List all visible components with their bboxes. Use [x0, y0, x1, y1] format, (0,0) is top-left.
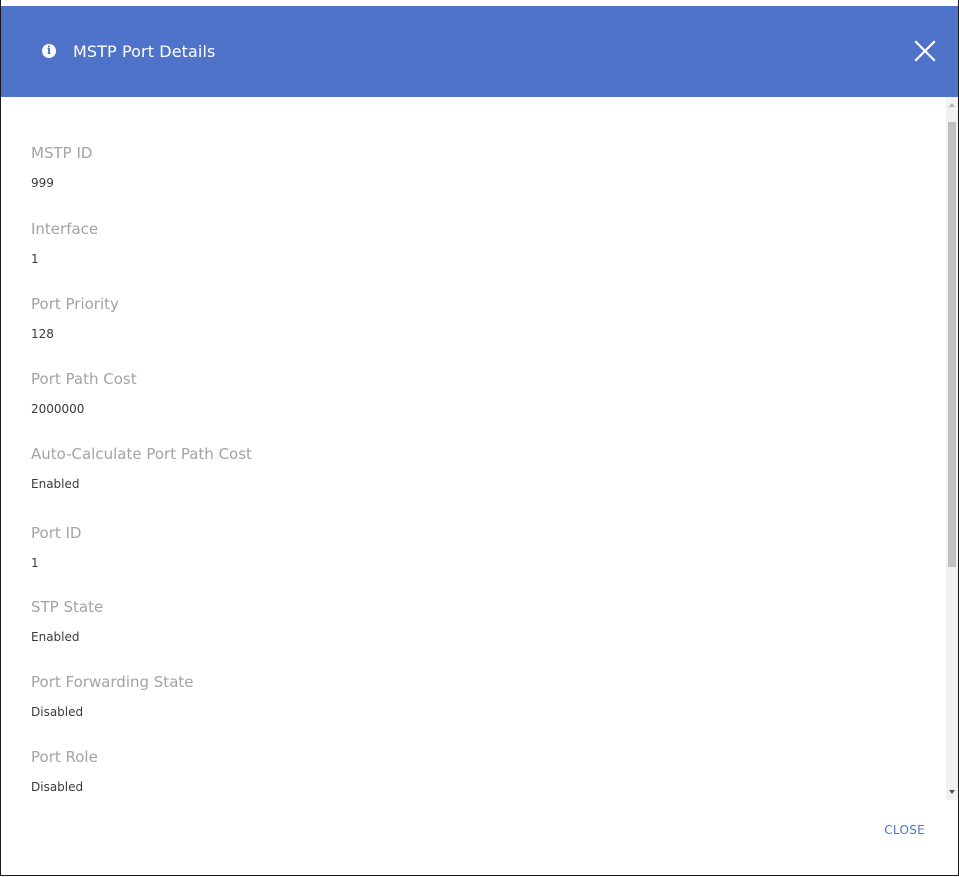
field-port-forwarding-state: Port Forwarding State Disabled — [31, 672, 194, 720]
mstp-port-details-dialog: i MSTP Port Details MSTP ID 999 Interfac… — [0, 0, 959, 876]
close-icon[interactable] — [912, 38, 938, 64]
field-label: MSTP ID — [31, 144, 93, 162]
field-port-path-cost: Port Path Cost 2000000 — [31, 369, 137, 417]
field-value: Disabled — [31, 780, 84, 794]
field-port-role: Port Role Disabled — [31, 747, 98, 795]
field-value: 1 — [31, 556, 39, 570]
info-icon: i — [42, 44, 56, 58]
field-label: Port Priority — [31, 295, 119, 313]
field-label: Port Forwarding State — [31, 673, 194, 691]
field-label: STP State — [31, 598, 104, 616]
dialog-header: i MSTP Port Details — [1, 6, 958, 97]
field-label: Port Path Cost — [31, 370, 137, 388]
field-stp-state: STP State Enabled — [31, 597, 103, 645]
field-label: Auto-Calculate Port Path Cost — [31, 445, 252, 463]
field-value: Enabled — [31, 630, 80, 644]
field-value: 999 — [31, 176, 54, 190]
field-interface: Interface 1 — [31, 219, 98, 267]
field-label: Interface — [31, 220, 99, 238]
vertical-scrollbar[interactable] — [946, 97, 958, 800]
scrollbar-thumb[interactable] — [948, 122, 956, 567]
field-mstp-id: MSTP ID 999 — [31, 143, 92, 191]
field-value: 2000000 — [31, 402, 85, 416]
field-port-priority: Port Priority 128 — [31, 294, 119, 342]
field-port-id: Port ID 1 — [31, 523, 81, 571]
field-value: Enabled — [31, 477, 80, 491]
scroll-up-arrow-icon[interactable] — [949, 103, 955, 107]
field-value: 1 — [31, 252, 39, 266]
field-value: 128 — [31, 327, 54, 341]
close-button[interactable]: CLOSE — [884, 823, 925, 837]
dialog-title: MSTP Port Details — [73, 42, 216, 61]
field-label: Port ID — [31, 524, 82, 542]
field-value: Disabled — [31, 705, 84, 719]
field-label: Port Role — [31, 748, 98, 766]
field-auto-calculate-port-path-cost: Auto-Calculate Port Path Cost Enabled — [31, 444, 252, 492]
scroll-down-arrow-icon[interactable] — [949, 790, 955, 794]
dialog-body: MSTP ID 999 Interface 1 Port Priority 12… — [1, 97, 946, 797]
